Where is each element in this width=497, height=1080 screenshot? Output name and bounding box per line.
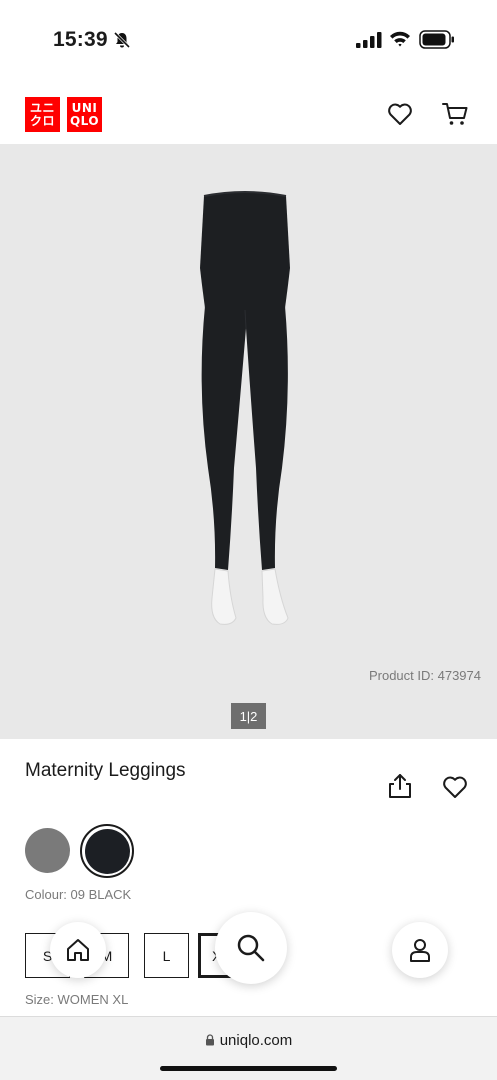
product-id: Product ID: 473974 xyxy=(368,668,481,683)
logo-latin-block: UNI QLO xyxy=(67,97,102,132)
url-text: uniqlo.com xyxy=(219,1032,293,1049)
logo-katakana-block: ユニ クロ xyxy=(25,97,60,132)
heart-icon[interactable] xyxy=(386,100,414,128)
uniqlo-logo[interactable]: ユニ クロ UNI QLO xyxy=(25,97,103,132)
account-button[interactable] xyxy=(392,922,448,978)
heart-icon[interactable] xyxy=(441,774,469,800)
colour-label: Colour: 09 BLACK xyxy=(25,887,132,902)
image-pager[interactable]: 1|2 xyxy=(231,703,266,729)
logo-text: クロ xyxy=(29,113,55,128)
account-icon xyxy=(410,939,430,962)
search-button[interactable] xyxy=(215,912,287,984)
url-display[interactable]: uniqlo.com xyxy=(0,1032,497,1049)
lock-icon xyxy=(205,1034,214,1046)
logo-text: QLO xyxy=(69,113,100,128)
home-icon xyxy=(67,939,89,961)
search-icon xyxy=(237,934,265,962)
share-icon[interactable] xyxy=(388,773,412,799)
size-label: Size: WOMEN XL xyxy=(25,992,129,1007)
status-time: 15:39 xyxy=(53,28,108,51)
product-image-leggings xyxy=(200,191,290,625)
size-option-l[interactable]: L xyxy=(144,933,189,978)
colour-swatch-black-selected[interactable] xyxy=(80,824,134,878)
home-indicator xyxy=(160,1066,337,1071)
status-bar: 15:39 xyxy=(0,0,497,80)
home-button[interactable] xyxy=(50,922,106,978)
logo-text: UNI xyxy=(71,100,98,115)
colour-swatch-black xyxy=(84,828,130,874)
browser-url-bar[interactable]: uniqlo.com xyxy=(0,1016,497,1080)
product-title: Maternity Leggings xyxy=(25,760,186,781)
cart-icon[interactable] xyxy=(441,100,469,128)
colour-swatch-gray[interactable] xyxy=(25,828,70,873)
product-image-carousel[interactable]: Product ID: 473974 1|2 xyxy=(0,144,497,739)
battery-icon xyxy=(419,30,454,49)
logo-text: ユニ xyxy=(29,100,55,115)
site-header: ユニ クロ UNI QLO xyxy=(0,80,497,144)
wifi-icon xyxy=(390,31,410,47)
bell-muted-icon xyxy=(113,31,131,49)
cellular-signal-icon xyxy=(356,32,382,48)
